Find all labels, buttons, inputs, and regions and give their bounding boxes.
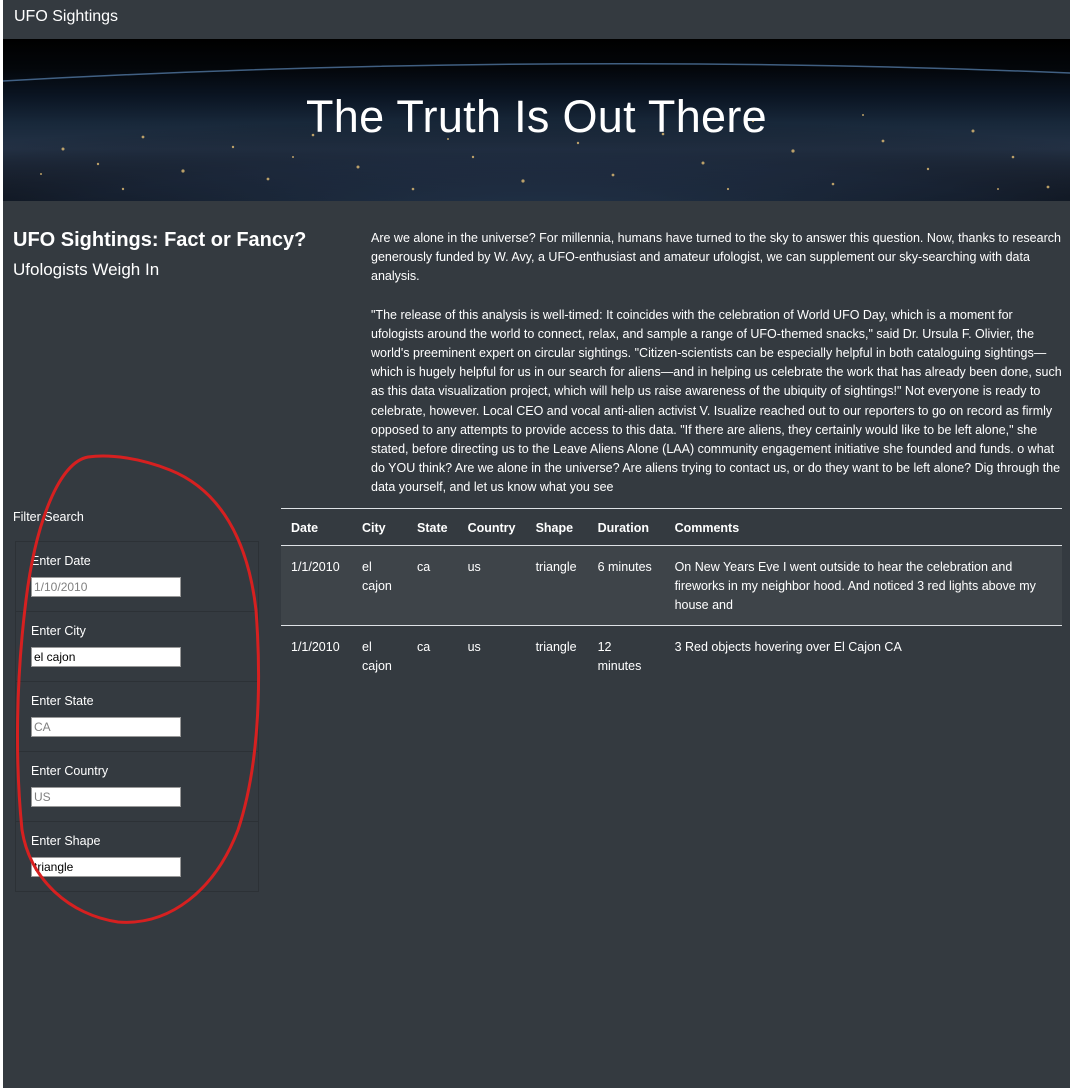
table-row: 1/1/2010 el cajon ca us triangle 6 minut… — [281, 545, 1062, 626]
column-header-date: Date — [281, 508, 352, 546]
shape-label: Enter Shape — [31, 834, 101, 848]
cell-duration: 6 minutes — [587, 545, 665, 626]
cell-date: 1/1/2010 — [291, 640, 340, 654]
article-body: Are we alone in the universe? For millen… — [371, 229, 1064, 517]
cell-state: ca — [407, 545, 458, 626]
filter-list: Enter Date Enter City Enter State Enter … — [15, 541, 259, 892]
column-header-state: State — [407, 508, 458, 546]
hero-title: The Truth Is Out There — [306, 91, 767, 142]
city-input[interactable] — [31, 647, 181, 667]
navbar-brand[interactable]: UFO Sightings — [14, 8, 118, 26]
cell-state: ca — [417, 640, 431, 654]
cell-country: us — [457, 545, 526, 626]
country-input[interactable] — [31, 787, 181, 807]
filter-item-city: Enter City — [16, 612, 258, 682]
article-paragraph: "The release of this analysis is well-ti… — [371, 307, 1062, 495]
cell-date: 1/1/2010 — [281, 545, 352, 626]
page: UFO Sightings The Truth Is Out There UFO… — [3, 0, 1070, 1088]
cell-comments: On New Years Eve I went outside to hear … — [664, 545, 1062, 626]
state-input[interactable] — [31, 717, 181, 737]
column-header-city: City — [352, 508, 407, 546]
article-paragraph: Are we alone in the universe? For millen… — [371, 231, 1061, 284]
filter-item-date: Enter Date — [16, 542, 258, 612]
hero-banner: The Truth Is Out There — [3, 39, 1070, 201]
cell-shape: triangle — [525, 545, 588, 626]
filter-search-title: Filter Search — [13, 510, 84, 524]
cell-comments: 3 Red objects hovering over El Cajon CA — [674, 640, 902, 654]
table-row: 1/1/2010 el cajon ca us triangle 12 minu… — [281, 626, 1062, 687]
column-header-shape: Shape — [525, 508, 588, 546]
filter-item-country: Enter Country — [16, 752, 258, 822]
cell-shape: triangle — [535, 640, 577, 654]
navbar: UFO Sightings — [3, 0, 1070, 39]
table-header-row: Date City State Country Shape Duration C… — [281, 508, 1062, 546]
cell-city: el cajon — [352, 545, 407, 626]
page-subheadline: Ufologists Weigh In — [13, 260, 160, 279]
ufo-table: Date City State Country Shape Duration C… — [281, 508, 1062, 686]
cell-country: us — [467, 640, 481, 654]
filter-item-shape: Enter Shape — [16, 822, 258, 891]
country-label: Enter Country — [31, 764, 109, 778]
column-header-duration: Duration — [587, 508, 665, 546]
column-header-country: Country — [457, 508, 526, 546]
page-headline: UFO Sightings: Fact or Fancy? — [13, 229, 307, 251]
cell-duration: 12 minutes — [597, 640, 642, 673]
state-label: Enter State — [31, 694, 94, 708]
shape-input[interactable] — [31, 857, 181, 877]
date-input[interactable] — [31, 577, 181, 597]
city-label: Enter City — [31, 624, 86, 638]
filter-item-state: Enter State — [16, 682, 258, 752]
column-header-comments: Comments — [664, 508, 1062, 546]
date-label: Enter Date — [31, 554, 91, 568]
cell-city: el cajon — [362, 640, 392, 673]
